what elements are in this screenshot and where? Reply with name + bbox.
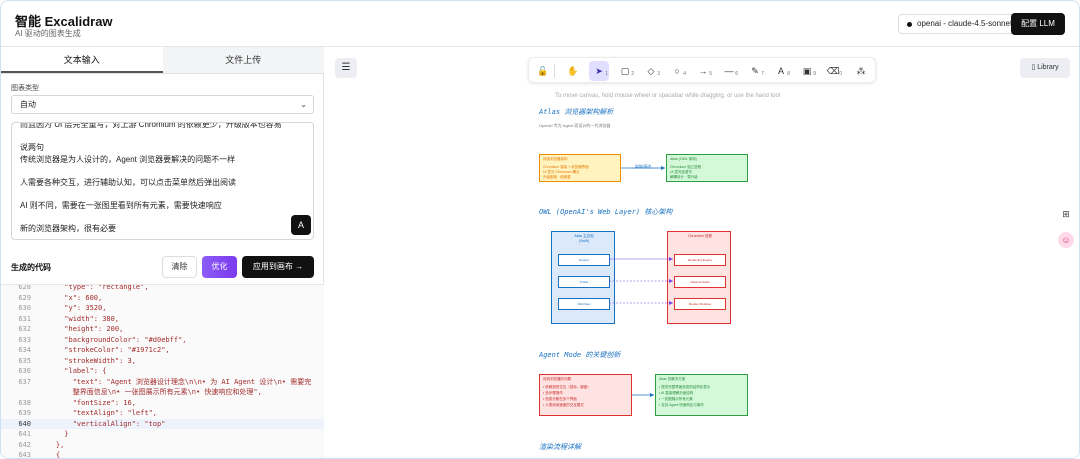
line-number: 635 — [18, 356, 31, 365]
model-label: openai - claude-4.5-sonnet — [917, 19, 1013, 28]
code-line: 629 "x": 600, — [1, 293, 324, 304]
canvas[interactable]: ☰ 🔓 ✋ ➤ 1 ▢ 2 ◇ 3 ○ 4 → 5—6 ✎ 7 A 8 ▣ 9 ⌫ 0 ⁂ ▯ Library To m… — [325, 47, 1079, 458]
arrowhead — [669, 279, 673, 283]
arrowhead — [669, 257, 673, 261]
textarea-line: AI 则不同，需要在一张图里看到所有元素，需要快速响应 — [20, 201, 222, 210]
code-text: "x": 600, — [39, 293, 103, 302]
ai-assist-icon[interactable]: A — [291, 215, 311, 235]
code-text: "backgroundColor": "#d0ebff", — [39, 335, 187, 344]
tab-file-upload[interactable]: 文件上传 — [162, 47, 324, 73]
status-dot-icon — [907, 21, 912, 27]
left-panel: 文本输入 文件上传 图表类型 自动 ⌄ 而且因为 UI 层完全重写，对上游 Ch… — [1, 47, 324, 459]
line-number: 634 — [18, 346, 31, 354]
code-line: 628 "type": "rectangle", — [1, 284, 324, 293]
code-line: 632 "height": 200, — [1, 324, 324, 335]
code-text: "strokeColor": "#1971c2", — [39, 346, 170, 354]
tab-text-input[interactable]: 文本输入 — [1, 47, 163, 73]
line-number: 642 — [18, 440, 31, 449]
code-line: 636 "label": { — [1, 366, 324, 377]
line-number: 643 — [18, 451, 31, 459]
code-text: "width": 380, — [39, 314, 120, 323]
add-widget-icon[interactable]: ⊞ — [1058, 206, 1074, 222]
arrow-right-icon: → — [295, 262, 304, 271]
line-number: 637 — [18, 377, 31, 386]
code-text: "strokeWidth": 3, — [39, 356, 136, 365]
code-line: 631 "width": 380, — [1, 314, 324, 325]
line-number: 630 — [18, 304, 31, 312]
line-number: 636 — [18, 367, 31, 375]
app-subtitle: AI 驱动的图表生成 — [15, 29, 81, 38]
code-line: 643 { — [1, 450, 324, 459]
header: 智能 Excalidraw AI 驱动的图表生成 openai - claude… — [1, 1, 1079, 47]
generated-code-label: 生成的代码 — [11, 263, 51, 272]
code-text: { — [39, 451, 61, 459]
textarea-line: 传统浏览器是为人设计的，Agent 浏览器要解决的问题不一样 — [20, 155, 236, 164]
code-line: 635 "strokeWidth": 3, — [1, 356, 324, 367]
clear-button[interactable]: 清除 — [162, 256, 197, 278]
chevron-down-icon: ⌄ — [300, 100, 307, 109]
chart-type-label: 图表类型 — [11, 85, 39, 92]
textarea-line: 而且因为 UI 层完全重写，对上游 Chromium 的依赖更少，升级版本也容易 — [20, 122, 282, 129]
code-line: 640 "verticalAlign": "top" — [1, 418, 324, 429]
code-line: 637 "text": "Agent 浏览器设计理念\n\n• 为 AI Age… — [1, 377, 324, 388]
model-badge[interactable]: openai - claude-4.5-sonnet — [898, 14, 1022, 34]
code-text: "textAlign": "left", — [39, 409, 158, 417]
code-line: 642 }, — [1, 440, 324, 451]
arrowhead — [661, 166, 665, 170]
code-text: "height": 200, — [39, 325, 124, 333]
code-text: "label": { — [39, 367, 107, 375]
textarea-line: 人需要各种交互，进行辅助认知，可以点击菜单然后弹出阅读 — [20, 178, 236, 187]
app-window: 智能 Excalidraw AI 驱动的图表生成 openai - claude… — [0, 0, 1080, 459]
optimize-button[interactable]: 优化 — [202, 256, 237, 278]
apply-to-canvas-button[interactable]: 应用到画布 → — [242, 256, 314, 278]
assistant-avatar-icon[interactable]: ☺ — [1058, 232, 1074, 248]
diagram-arrows — [609, 166, 673, 397]
code-line: 639 "textAlign": "left", — [1, 408, 324, 419]
line-number: 641 — [18, 430, 31, 438]
line-number: 631 — [18, 314, 31, 323]
code-line: 638 "fontSize": 16, — [1, 398, 324, 409]
code-line: 630 "y": 3520, — [1, 303, 324, 314]
textarea-line: 说两句 — [20, 143, 44, 152]
code-text: } — [39, 430, 69, 438]
line-number: 632 — [18, 325, 31, 333]
code-text: "type": "rectangle", — [39, 284, 149, 291]
chart-type-value: 自动 — [20, 100, 36, 109]
code-text: }, — [39, 440, 65, 449]
prompt-textarea[interactable]: 而且因为 UI 层完全重写，对上游 Chromium 的依赖更少，升级版本也容易… — [11, 122, 314, 240]
code-line: 633 "backgroundColor": "#d0ebff", — [1, 335, 324, 346]
line-number: 628 — [18, 284, 31, 291]
code-editor[interactable]: 628 "type": "rectangle", 629 "x": 600, 630… — [1, 284, 324, 459]
code-text: "fontSize": 16, — [39, 398, 136, 407]
code-line: 634 "strokeColor": "#1971c2", — [1, 345, 324, 356]
config-llm-button[interactable]: 配置 LLM — [1011, 13, 1065, 35]
code-text: "verticalAlign": "top" — [39, 419, 166, 428]
input-tabs: 文本输入 文件上传 — [1, 47, 324, 74]
line-number: 640 — [18, 419, 31, 428]
code-line: 641 } — [1, 429, 324, 440]
arrowhead — [669, 301, 673, 305]
code-text: "y": 3520, — [39, 304, 107, 312]
line-number: 629 — [18, 293, 31, 302]
line-number: 638 — [18, 398, 31, 407]
textarea-line: 新的浏览器架构，很有必要 — [20, 224, 116, 233]
code-line: 整界面信息\n• 一张图展示所有元素\n• 快速响应和处理", — [1, 387, 324, 398]
code-text: "text": "Agent 浏览器设计理念\n\n• 为 AI Agent 设… — [39, 377, 312, 386]
arrowhead — [650, 393, 654, 397]
line-number: 639 — [18, 409, 31, 417]
code-text: 整界面信息\n• 一张图展示所有元素\n• 快速响应和处理", — [39, 388, 262, 396]
line-number: 633 — [18, 335, 31, 344]
apply-label: 应用到画布 — [252, 262, 293, 271]
chart-type-select[interactable]: 自动 ⌄ — [11, 95, 314, 114]
